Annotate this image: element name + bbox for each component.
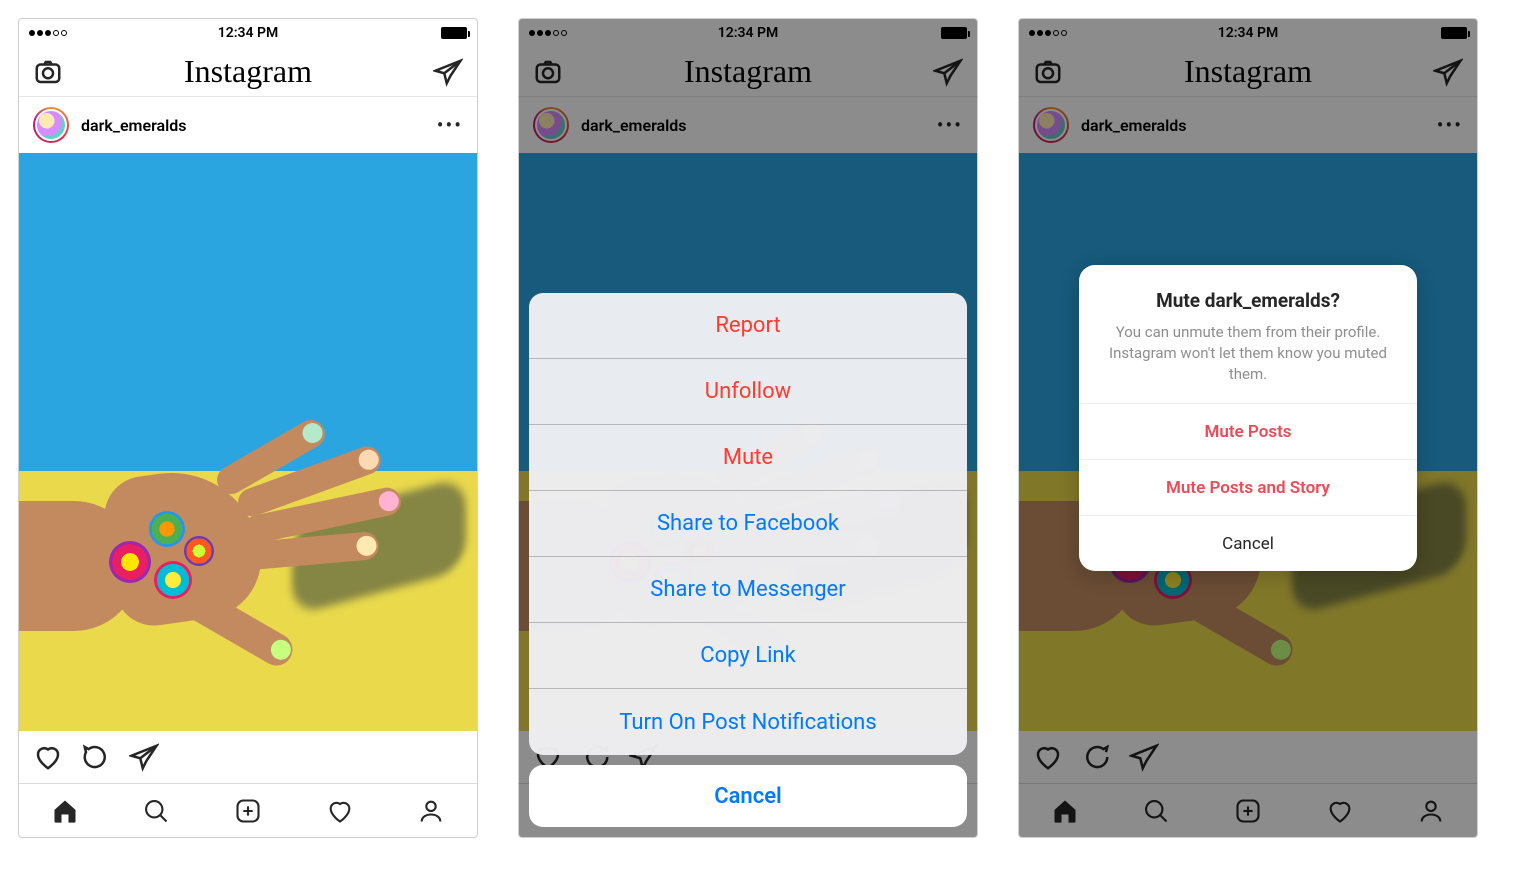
post-username[interactable]: dark_emeralds [81, 116, 187, 135]
action-unfollow[interactable]: Unfollow [529, 359, 967, 425]
action-share-messenger[interactable]: Share to Messenger [529, 557, 967, 623]
direct-message-icon[interactable] [433, 57, 463, 87]
action-post-notifications[interactable]: Turn On Post Notifications [529, 689, 967, 755]
screen-feed: 12:34 PM Instagram dark_emeralds ••• [18, 18, 478, 838]
instagram-logo: Instagram [184, 53, 312, 90]
profile-icon[interactable] [417, 797, 445, 825]
bottom-nav [19, 783, 477, 837]
camera-icon[interactable] [33, 57, 63, 87]
more-options-icon[interactable]: ••• [437, 113, 463, 137]
signal-dots [29, 30, 67, 36]
comment-icon[interactable] [81, 742, 111, 772]
like-icon[interactable] [33, 742, 63, 772]
avatar[interactable] [33, 107, 69, 143]
action-sheet-cancel[interactable]: Cancel [529, 765, 967, 827]
activity-icon[interactable] [326, 797, 354, 825]
action-share-facebook[interactable]: Share to Facebook [529, 491, 967, 557]
new-post-icon[interactable] [234, 797, 262, 825]
mute-dialog: Mute dark_emeralds? You can unmute them … [1079, 265, 1417, 571]
mute-dialog-title: Mute dark_emeralds? [1107, 289, 1389, 312]
action-sheet: Report Unfollow Mute Share to Facebook S… [529, 293, 967, 827]
action-report[interactable]: Report [529, 293, 967, 359]
action-copy-link[interactable]: Copy Link [529, 623, 967, 689]
home-icon[interactable] [51, 797, 79, 825]
screen-mute-dialog: 12:34 PM Instagram dark_emeralds ••• [1018, 18, 1478, 838]
status-bar: 12:34 PM [19, 19, 477, 47]
mute-dialog-body: You can unmute them from their profile. … [1107, 322, 1389, 385]
action-mute[interactable]: Mute [529, 425, 967, 491]
status-time: 12:34 PM [218, 25, 279, 41]
battery-icon [441, 27, 467, 39]
share-icon[interactable] [129, 742, 159, 772]
post-image[interactable] [19, 153, 477, 731]
search-icon[interactable] [142, 797, 170, 825]
mute-dialog-cancel-button[interactable]: Cancel [1079, 515, 1417, 571]
post-header: dark_emeralds ••• [19, 97, 477, 153]
app-header: Instagram [19, 47, 477, 97]
screen-action-sheet: 12:34 PM Instagram dark_emeralds ••• [518, 18, 978, 838]
mute-posts-button[interactable]: Mute Posts [1079, 403, 1417, 459]
post-action-row [19, 731, 477, 783]
mute-posts-and-story-button[interactable]: Mute Posts and Story [1079, 459, 1417, 515]
